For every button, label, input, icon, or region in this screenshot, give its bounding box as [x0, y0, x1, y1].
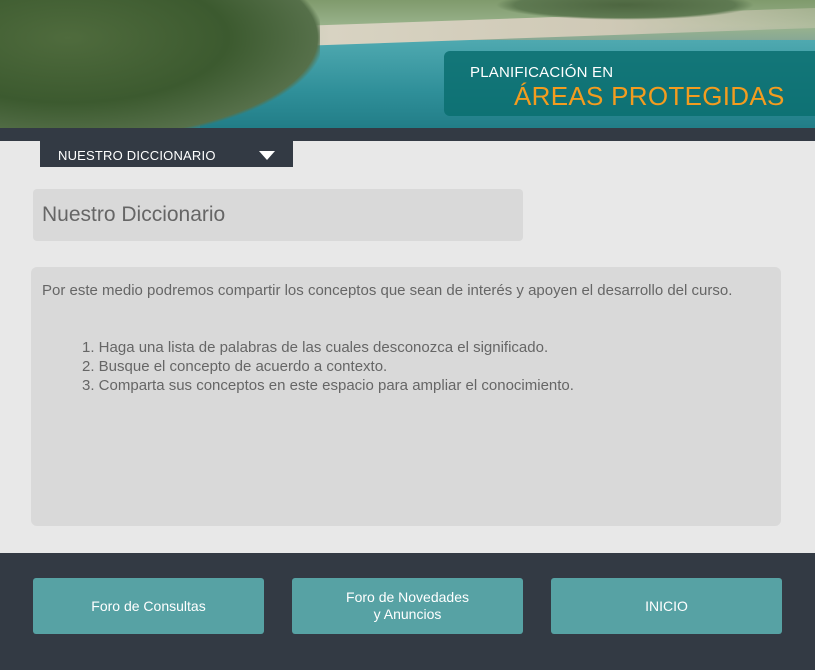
- foro-consultas-button[interactable]: Foro de Consultas: [33, 578, 264, 634]
- page-title: Nuestro Diccionario: [42, 203, 226, 226]
- foro-novedades-label-line1: Foro de Novedades: [346, 589, 469, 605]
- header-divider: [0, 128, 815, 141]
- banner-hill-image: [0, 0, 320, 130]
- site-title-line2: ÁREAS PROTEGIDAS: [514, 81, 785, 111]
- footer-bar: Foro de Consultas Foro de Novedades y An…: [0, 553, 815, 670]
- caret-down-icon[interactable]: [259, 151, 275, 160]
- foro-consultas-label: Foro de Consultas: [91, 597, 206, 614]
- section-dropdown-label: NUESTRO DICCIONARIO: [58, 148, 216, 163]
- content-panel: Por este medio podremos compartir los co…: [31, 267, 781, 526]
- inicio-button[interactable]: INICIO: [551, 578, 782, 634]
- intro-text: Por este medio podremos compartir los co…: [42, 282, 733, 299]
- banner-trees-image: [495, 0, 755, 20]
- foro-novedades-button[interactable]: Foro de Novedades y Anuncios: [292, 578, 523, 634]
- page-title-box: Nuestro Diccionario: [33, 189, 523, 241]
- foro-novedades-label-line2: y Anuncios: [373, 606, 442, 622]
- list-item: 2. Busque el concepto de acuerdo a conte…: [82, 358, 388, 375]
- site-title-line1: PLANIFICACIÓN EN: [470, 64, 614, 81]
- header-banner: PLANIFICACIÓN EN ÁREAS PROTEGIDAS: [0, 0, 815, 130]
- list-item: 3. Comparta sus conceptos en este espaci…: [82, 377, 574, 394]
- list-item: 1. Haga una lista de palabras de las cua…: [82, 339, 549, 356]
- inicio-label: INICIO: [645, 597, 688, 614]
- site-title-box: PLANIFICACIÓN EN ÁREAS PROTEGIDAS: [444, 51, 815, 116]
- section-dropdown[interactable]: NUESTRO DICCIONARIO: [40, 141, 293, 167]
- steps-list: 1. Haga una lista de palabras de las cua…: [82, 338, 574, 395]
